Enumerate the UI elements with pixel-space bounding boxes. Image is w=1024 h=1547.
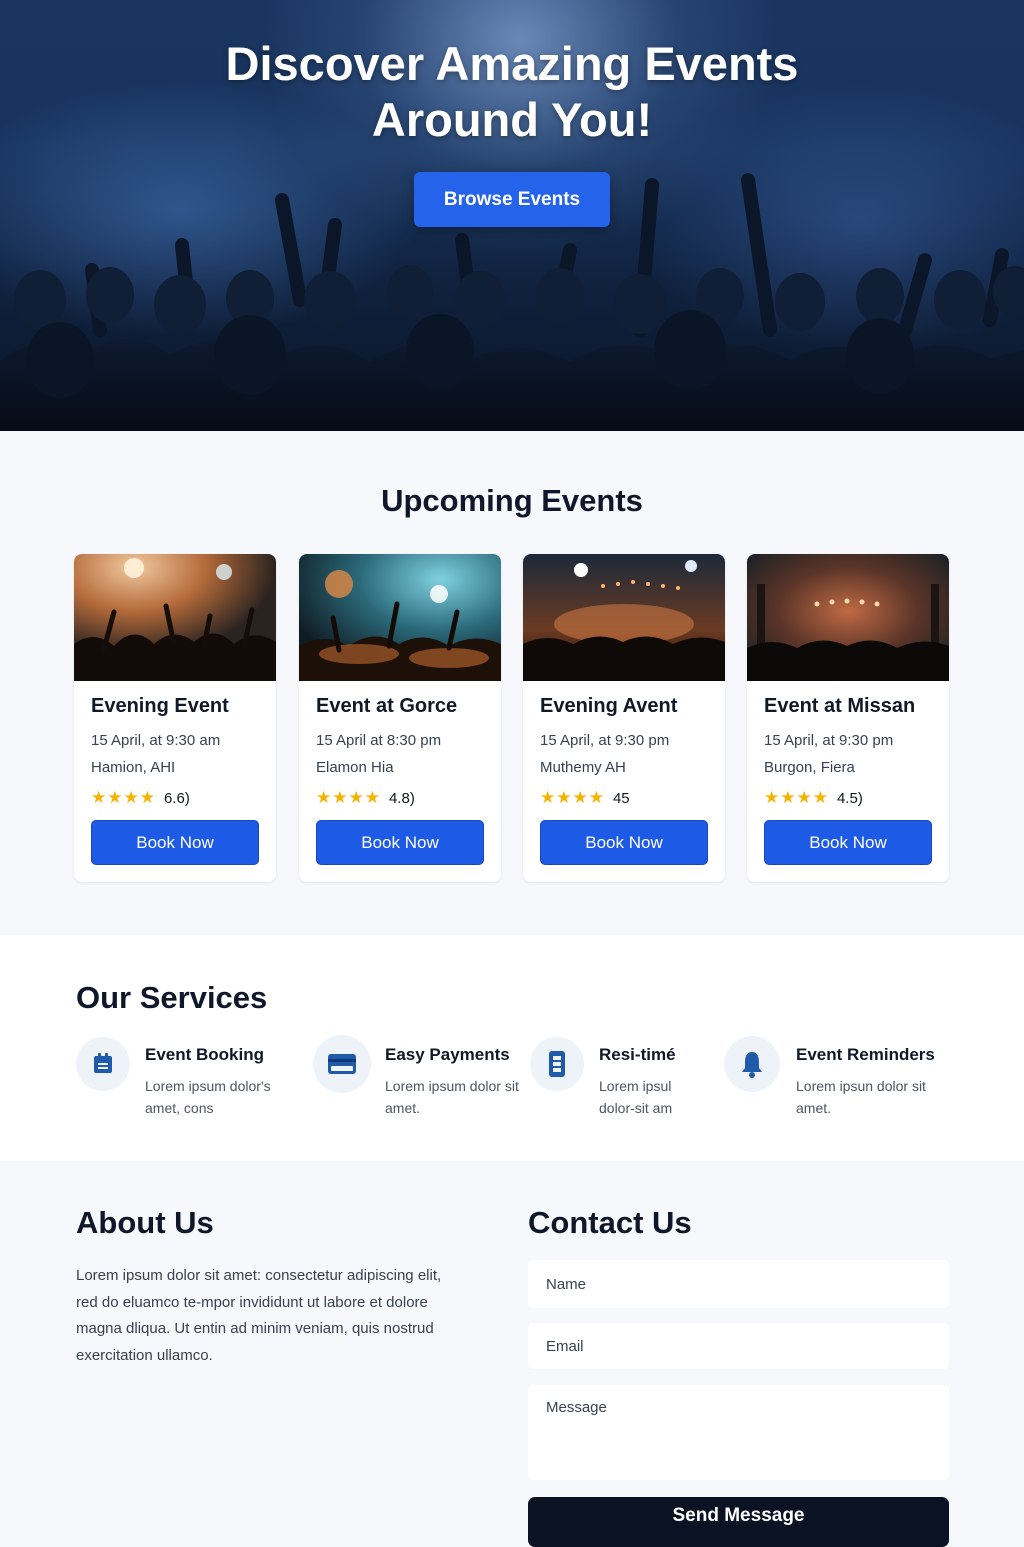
event-image [747, 554, 949, 681]
services-section: Our Services Event Booking Lorem ipsum d… [0, 935, 1024, 1161]
bell-icon [724, 1036, 780, 1092]
hero-title-line-1: Discover Amazing Events [225, 37, 799, 90]
event-name: Event at Gorce [316, 695, 458, 717]
event-card: Event at Missan 15 April, at 9:30 pm Bur… [747, 554, 949, 882]
event-image [523, 554, 725, 681]
service-description: Lorem ipsum dolor's amet, cons [145, 1078, 271, 1116]
event-card: Event at Gorce 15 April at 8:30 pm Elamo… [299, 554, 501, 882]
service-name: Event Reminders [796, 1045, 935, 1064]
about-title: About Us [76, 1205, 214, 1240]
rating-value: 6.6) [163, 789, 190, 807]
event-name: Evening Avent [540, 695, 678, 717]
event-date: 15 April, at 9:30 pm [764, 732, 894, 749]
send-message-button[interactable]: Send Message [528, 1497, 949, 1547]
book-now-button[interactable]: Book Now [764, 820, 932, 865]
hero-banner: Discover Amazing Events Around You! Brow… [0, 0, 1024, 431]
service-name: Event Booking [145, 1045, 265, 1064]
event-card: Evening Event 15 April, at 9:30 am Hamio… [74, 554, 276, 882]
event-name: Event at Missan [764, 695, 916, 717]
rating-value: 4.8) [388, 789, 415, 807]
service-description: Lorem ipsum dolor sit amet. [385, 1078, 519, 1116]
star-rating-icon: ★★★★ [540, 788, 605, 807]
event-date: 15 April at 8:30 pm [316, 732, 442, 749]
about-contact-section: About Us Lorem ipsum dolor sit amet: con… [0, 1161, 1024, 1547]
event-rating: ★★★★ 4.5) [764, 788, 863, 808]
phone-icon [530, 1037, 584, 1091]
rating-value: 4.5) [836, 789, 863, 807]
service-description: Lorem ipsul dolor-sit am [599, 1078, 673, 1116]
name-field[interactable] [528, 1260, 949, 1308]
contact-title: Contact Us [528, 1205, 692, 1240]
event-date: 15 April, at 9:30 pm [540, 732, 670, 749]
about-text: Lorem ipsum dolor sit amet: consectetur … [76, 1267, 442, 1364]
hero-title: Discover Amazing Events Around You! [0, 36, 1024, 148]
event-card: Evening Avent 15 April, at 9:30 pm Muthe… [523, 554, 725, 882]
credit-card-icon [313, 1035, 371, 1093]
rating-value: 45 [612, 789, 630, 807]
event-location: Elamon Hia [316, 759, 394, 776]
calendar-icon [76, 1037, 130, 1091]
message-field[interactable] [528, 1385, 949, 1480]
event-image [299, 554, 501, 681]
book-now-button[interactable]: Book Now [540, 820, 708, 865]
event-location: Muthemy AH [540, 759, 626, 776]
star-rating-icon: ★★★★ [91, 788, 156, 807]
event-name: Evening Event [91, 695, 229, 717]
service-name: Easy Payments [385, 1045, 510, 1064]
hero-title-line-2: Around You! [371, 93, 653, 146]
star-rating-icon: ★★★★ [764, 788, 829, 807]
event-date: 15 April, at 9:30 am [91, 732, 221, 749]
event-location: Burgon, Fiera [764, 759, 855, 776]
event-location: Hamion, AHI [91, 759, 176, 776]
book-now-button[interactable]: Book Now [91, 820, 259, 865]
event-image [74, 554, 276, 681]
event-rating: ★★★★ 6.6) [91, 788, 190, 808]
event-rating: ★★★★ 45 [540, 788, 630, 808]
email-field[interactable] [528, 1323, 949, 1369]
services-title: Our Services [76, 980, 268, 1015]
service-description: Lorem ipsun dolor sit amet. [796, 1078, 926, 1116]
upcoming-events-section: Upcoming Events Evening Event 15 April, … [0, 431, 1024, 935]
star-rating-icon: ★★★★ [316, 788, 381, 807]
service-name: Resi-timé [599, 1045, 676, 1064]
upcoming-events-title: Upcoming Events [381, 483, 643, 518]
book-now-button[interactable]: Book Now [316, 820, 484, 865]
event-rating: ★★★★ 4.8) [316, 788, 415, 808]
browse-events-button[interactable]: Browse Events [414, 172, 610, 227]
